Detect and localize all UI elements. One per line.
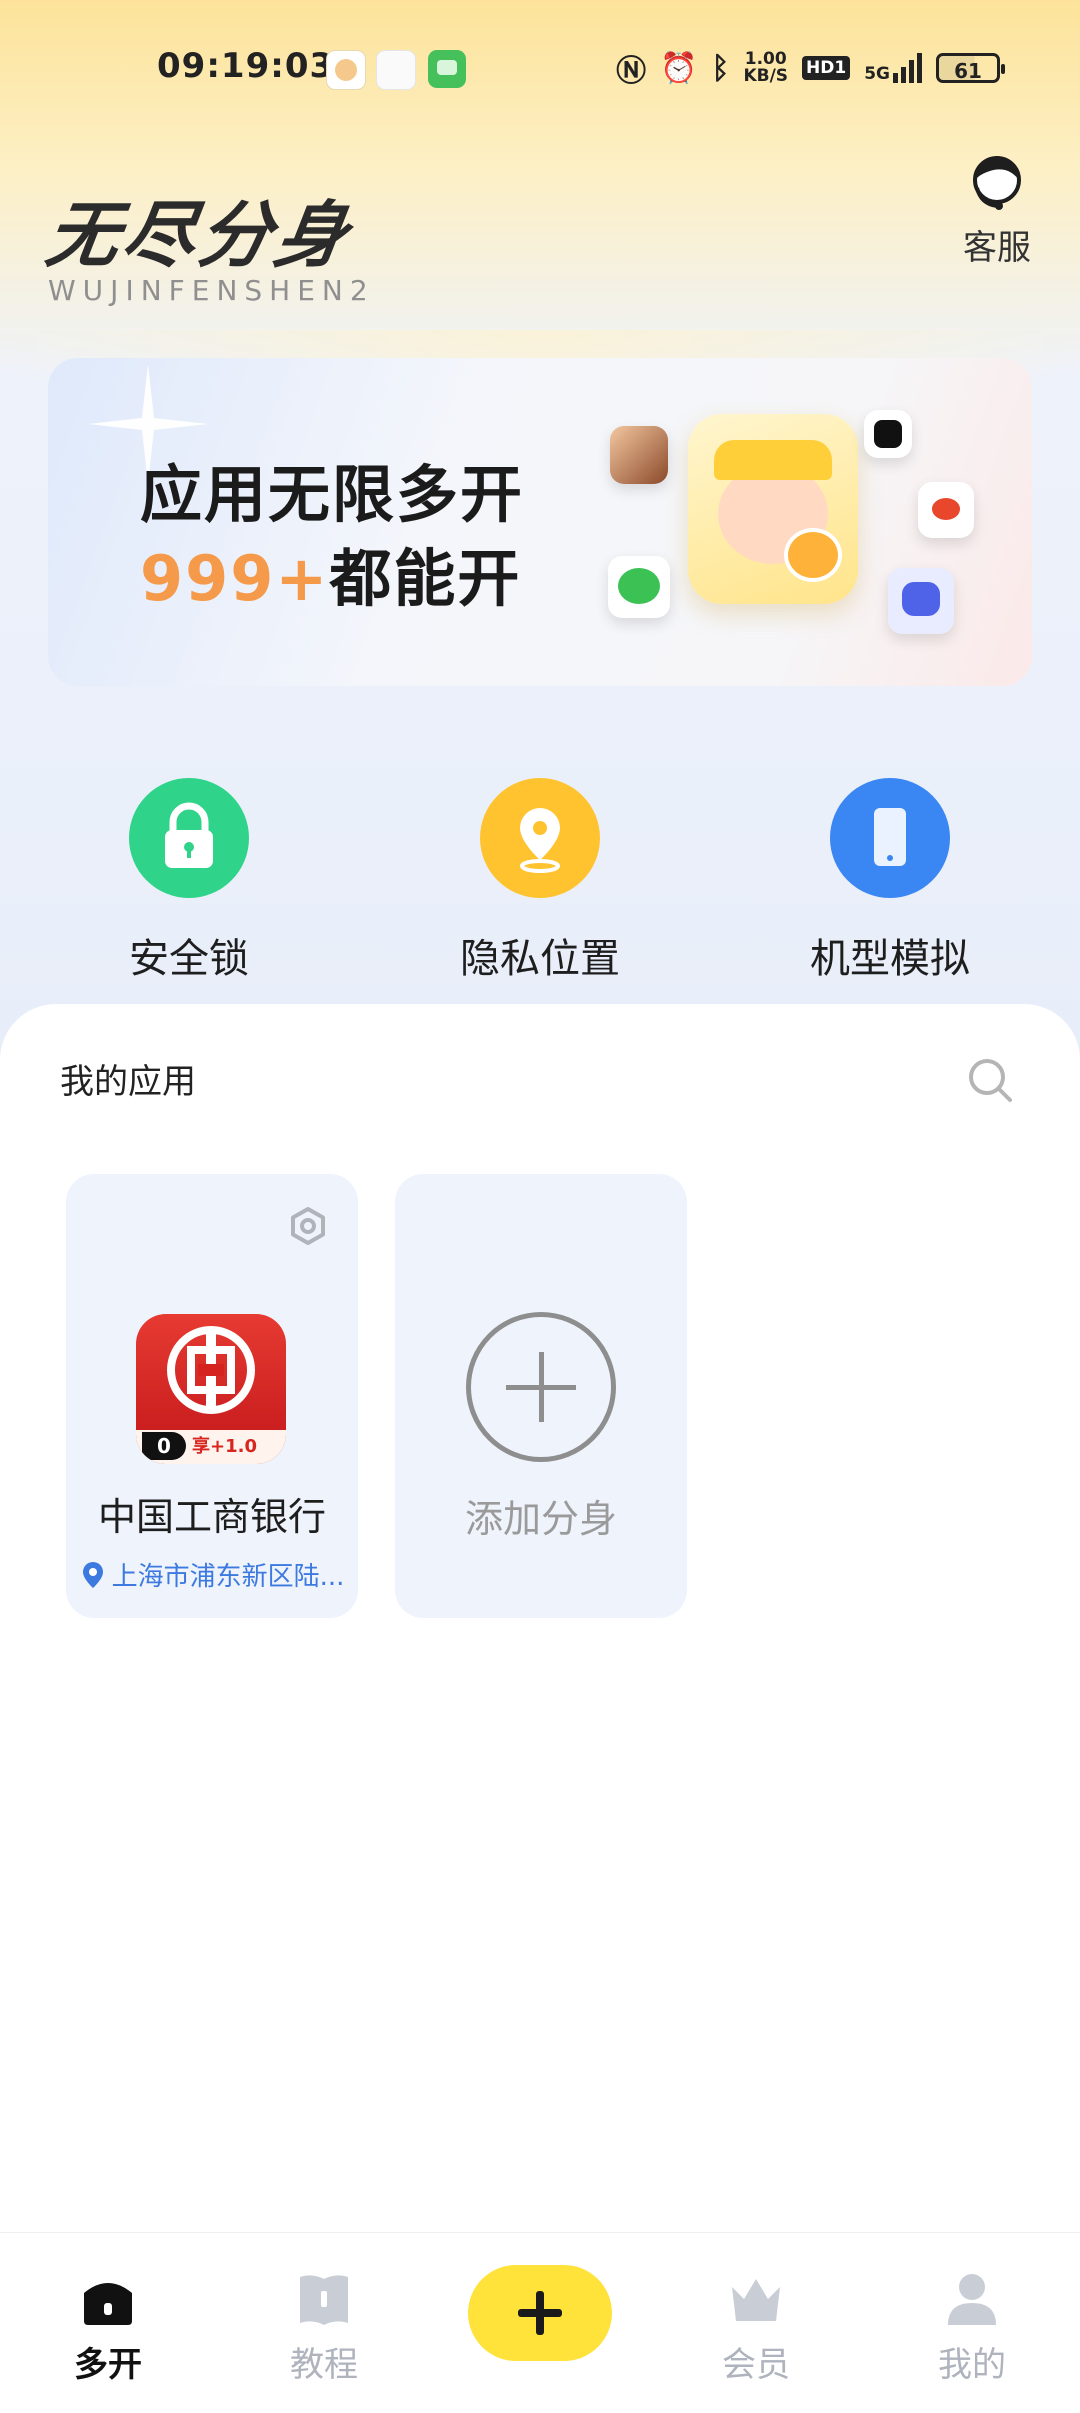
- app-logo-title: 无尽分身: [41, 193, 358, 277]
- notification-app-icon: [376, 50, 416, 90]
- home-icon: [80, 2271, 136, 2327]
- book-icon: [296, 2271, 352, 2327]
- clone-count-badge: 0: [142, 1432, 186, 1460]
- bluetooth-icon: ᛒ: [711, 50, 730, 86]
- status-bar: 09:19:03 Ⓝ ⏰ ᛒ 1.00 KB/S HD1 5G 61: [0, 0, 1080, 140]
- location-pin-icon: [480, 778, 600, 898]
- banner-headline: 应用无限多开: [140, 458, 525, 531]
- mascot-app-icon: [688, 414, 858, 604]
- share-badge: 享+1.0: [192, 1436, 257, 1457]
- lock-icon: [129, 778, 249, 898]
- nfc-icon: Ⓝ: [616, 54, 647, 89]
- add-clone-tile[interactable]: 添加分身: [395, 1174, 687, 1618]
- bottom-navigation: 多开 教程 会员 我的: [0, 2232, 1080, 2413]
- tiktok-app-icon: [864, 410, 912, 458]
- game-app-icon: [610, 426, 668, 484]
- alarm-icon: ⏰: [660, 50, 698, 86]
- section-title: 我的应用: [60, 1062, 196, 1102]
- location-pin-icon: [82, 1561, 103, 1588]
- status-icons: Ⓝ ⏰ ᛒ 1.00 KB/S HD1 5G 61: [616, 46, 1005, 90]
- weibo-app-icon: [918, 482, 974, 538]
- banner-subheadline: 999+都能开: [140, 542, 522, 615]
- feature-label: 安全锁: [129, 936, 249, 982]
- status-time: 09:19:03: [157, 46, 335, 86]
- app-name: 中国工商银行: [97, 1495, 326, 1539]
- network-speed: 1.00 KB/S: [743, 49, 789, 86]
- wechat-app-icon: [608, 556, 670, 618]
- add-clone-fab[interactable]: [468, 2265, 612, 2361]
- app-logo-subtitle: WUJINFENSHEN2: [48, 274, 375, 307]
- app-location: 上海市浦东新区陆...: [72, 1556, 354, 1593]
- icbc-app-icon: 0 享+1.0: [136, 1314, 286, 1464]
- signal-icon: 5G: [864, 53, 922, 83]
- add-clone-label: 添加分身: [464, 1497, 617, 1541]
- feature-label: 机型模拟: [810, 936, 970, 982]
- add-icon: [466, 1312, 616, 1462]
- crown-icon: [728, 2271, 784, 2327]
- message-notification-icon: [428, 50, 466, 88]
- user-icon: [944, 2271, 1000, 2327]
- security-lock-button[interactable]: 安全锁: [89, 778, 289, 984]
- chat-app-icon: [888, 568, 954, 634]
- customer-service-label: 客服: [963, 228, 1031, 268]
- notification-app-icon: [326, 50, 366, 90]
- feature-label: 隐私位置: [460, 936, 620, 982]
- battery-icon: 61: [936, 53, 1005, 83]
- nav-tab-membership[interactable]: 会员: [676, 2271, 836, 2386]
- search-icon[interactable]: [966, 1056, 1014, 1104]
- nav-tab-tutorial[interactable]: 教程: [244, 2271, 404, 2386]
- promo-banner[interactable]: 应用无限多开 999+都能开: [48, 358, 1032, 686]
- device-simulation-button[interactable]: 机型模拟: [790, 778, 990, 984]
- privacy-location-button[interactable]: 隐私位置: [440, 778, 640, 984]
- nav-tab-multi-open[interactable]: 多开: [28, 2271, 188, 2386]
- headset-icon: [967, 150, 1027, 216]
- settings-icon[interactable]: [288, 1206, 328, 1246]
- hd-badge: HD1: [802, 56, 851, 80]
- phone-icon: [830, 778, 950, 898]
- app-tile[interactable]: 0 享+1.0 中国工商银行 上海市浦东新区陆...: [66, 1174, 358, 1618]
- my-apps-section: 我的应用 0 享+1.0 中国工商银行 上海市浦东新区陆... 添加分身: [0, 1004, 1080, 2232]
- nav-tab-mine[interactable]: 我的: [892, 2271, 1052, 2386]
- customer-service-button[interactable]: 客服: [955, 150, 1039, 269]
